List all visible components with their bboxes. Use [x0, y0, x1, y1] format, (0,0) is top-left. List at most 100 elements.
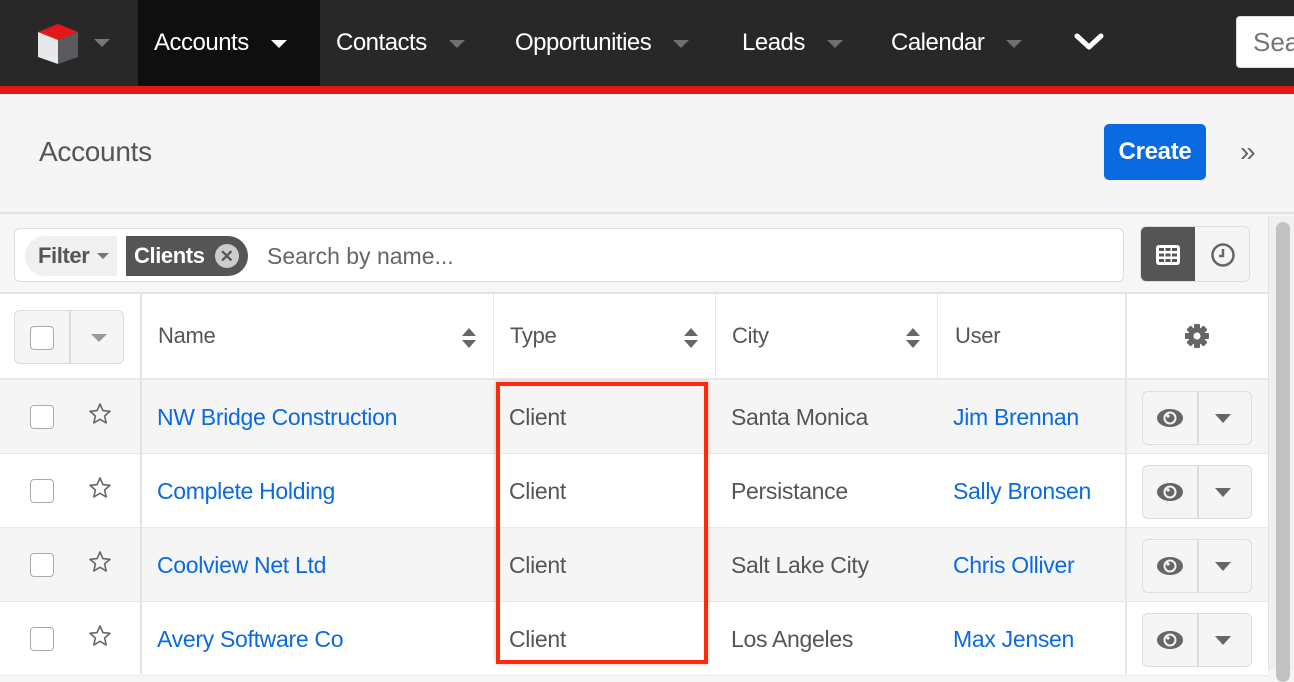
eye-icon[interactable] — [1155, 554, 1185, 578]
sort-icon[interactable] — [905, 327, 921, 349]
row-actions — [1142, 391, 1252, 445]
table-row[interactable]: NW Bridge Construction Client Santa Moni… — [0, 380, 1268, 454]
account-name-link[interactable]: Avery Software Co — [157, 602, 344, 676]
nav-tab-contacts[interactable]: Contacts — [336, 0, 465, 86]
chevron-down-icon[interactable] — [1006, 40, 1023, 48]
double-chevron-right-icon[interactable]: » — [1240, 138, 1256, 166]
column-header-user[interactable]: User — [938, 294, 1126, 378]
close-circle-icon[interactable]: ✕ — [214, 244, 239, 268]
column-header-label: User — [955, 323, 1001, 348]
column-header-name[interactable]: Name — [142, 294, 494, 378]
more-modules-chevron-icon[interactable] — [1072, 30, 1106, 54]
account-city: Santa Monica — [731, 403, 869, 430]
chevron-down-icon[interactable] — [826, 40, 843, 48]
eye-icon[interactable] — [1155, 480, 1185, 504]
star-icon[interactable] — [88, 550, 112, 574]
assigned-user-link[interactable]: Chris Olliver — [953, 528, 1075, 602]
column-header-label: Type — [510, 323, 557, 348]
account-city: Persistance — [731, 477, 848, 504]
global-search-input[interactable] — [1236, 16, 1294, 68]
table-row[interactable]: Avery Software Co Client Los Angeles Max… — [0, 602, 1268, 676]
select-all-checkbox[interactable] — [30, 326, 54, 350]
table-row[interactable]: Coolview Net Ltd Client Salt Lake City C… — [0, 528, 1268, 602]
table-grid-icon — [1156, 245, 1180, 265]
table-header: Name Type City User — [0, 294, 1268, 380]
page-header: Accounts Create » — [0, 94, 1294, 214]
column-header-label: Name — [158, 323, 216, 348]
row-actions — [1142, 613, 1252, 667]
select-all-control — [14, 310, 124, 364]
nav-tab-label: Contacts — [336, 29, 427, 56]
row-checkbox[interactable] — [30, 405, 54, 429]
nav-tab-label: Calendar — [891, 29, 985, 56]
account-type: Client — [509, 625, 567, 652]
nav-tab-label: Leads — [742, 29, 805, 56]
vertical-scrollbar[interactable] — [1268, 216, 1294, 682]
row-actions — [1142, 465, 1252, 519]
divider — [1197, 392, 1199, 444]
eye-icon[interactable] — [1155, 628, 1185, 652]
table-row[interactable]: Complete Holding Client Persistance Sall… — [0, 454, 1268, 528]
nav-tab-label: Accounts — [154, 29, 249, 56]
row-checkbox[interactable] — [30, 479, 54, 503]
page-title: Accounts — [39, 136, 152, 167]
chevron-down-icon — [97, 253, 110, 259]
column-separator — [140, 294, 142, 674]
star-icon[interactable] — [88, 402, 112, 426]
view-toggle — [1140, 226, 1250, 282]
account-name-link[interactable]: Coolview Net Ltd — [157, 528, 326, 602]
star-icon[interactable] — [88, 624, 112, 648]
search-by-name-input[interactable] — [267, 237, 1087, 275]
account-type: Client — [509, 403, 567, 430]
list-view-button[interactable] — [1141, 227, 1195, 281]
assigned-user-link[interactable]: Sally Bronsen — [953, 454, 1091, 528]
account-city: Los Angeles — [731, 625, 854, 652]
sort-icon[interactable] — [461, 327, 477, 349]
divider — [1197, 540, 1199, 592]
account-type: Client — [509, 551, 567, 578]
mass-action-caret-icon[interactable] — [91, 334, 107, 342]
app-logo-cube-icon[interactable] — [36, 22, 80, 66]
column-header-type[interactable]: Type — [494, 294, 716, 378]
column-settings[interactable] — [1126, 294, 1268, 378]
account-name-link[interactable]: NW Bridge Construction — [157, 380, 397, 454]
row-actions — [1142, 539, 1252, 593]
create-button[interactable]: Create — [1104, 124, 1206, 180]
row-actions-caret-icon[interactable] — [1215, 488, 1231, 497]
row-checkbox[interactable] — [30, 553, 54, 577]
account-type: Client — [509, 477, 567, 504]
nav-tab-accounts[interactable]: Accounts — [138, 0, 320, 86]
sort-icon[interactable] — [683, 327, 699, 349]
active-filter-label: Clients — [134, 243, 205, 268]
eye-icon[interactable] — [1155, 406, 1185, 430]
filter-label: Filter — [38, 243, 90, 268]
divider — [69, 311, 71, 363]
gear-icon[interactable] — [1184, 323, 1210, 349]
nav-tab-leads[interactable]: Leads — [742, 0, 843, 86]
divider — [1197, 466, 1199, 518]
nav-tab-opportunities[interactable]: Opportunities — [515, 0, 690, 86]
logo-menu-caret-icon[interactable] — [94, 39, 110, 47]
assigned-user-link[interactable]: Max Jensen — [953, 602, 1074, 676]
clock-icon — [1211, 243, 1235, 267]
column-header-label: City — [732, 323, 769, 348]
nav-accent-border — [0, 86, 1294, 94]
accounts-table: Name Type City User NW Bridge Constructi… — [0, 292, 1268, 676]
chevron-down-icon[interactable] — [270, 40, 287, 48]
active-filter-pill[interactable]: Clients ✕ — [126, 236, 248, 276]
column-header-city[interactable]: City — [716, 294, 938, 378]
chevron-down-icon[interactable] — [448, 40, 465, 48]
assigned-user-link[interactable]: Jim Brennan — [953, 380, 1079, 454]
row-actions-caret-icon[interactable] — [1215, 636, 1231, 645]
chevron-down-icon[interactable] — [673, 40, 690, 48]
row-actions-caret-icon[interactable] — [1215, 414, 1231, 423]
star-icon[interactable] — [88, 476, 112, 500]
nav-tab-calendar[interactable]: Calendar — [891, 0, 1023, 86]
filter-bar: Filter Clients ✕ — [14, 228, 1124, 282]
row-actions-caret-icon[interactable] — [1215, 562, 1231, 571]
filter-dropdown-button[interactable]: Filter — [25, 236, 117, 276]
account-name-link[interactable]: Complete Holding — [157, 454, 335, 528]
scrollbar-thumb[interactable] — [1276, 222, 1290, 682]
row-checkbox[interactable] — [30, 627, 54, 651]
activity-stream-button[interactable] — [1195, 227, 1249, 281]
